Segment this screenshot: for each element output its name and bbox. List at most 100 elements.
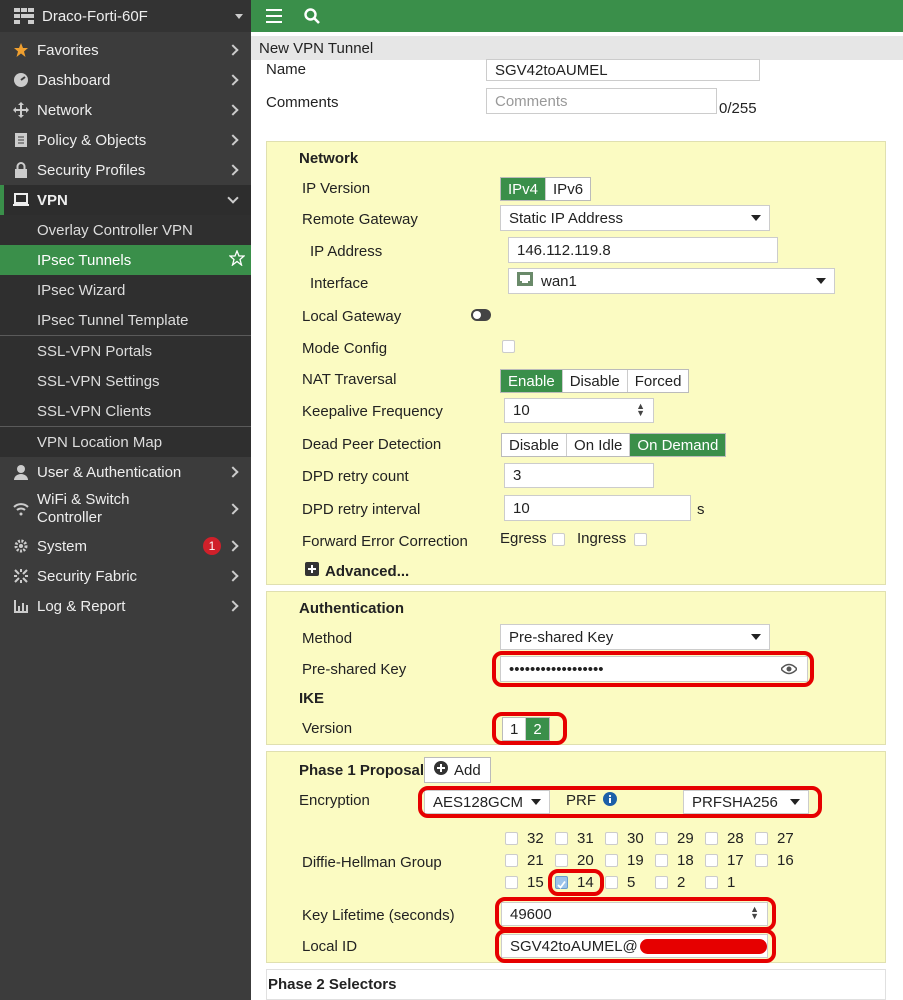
advanced-toggle[interactable]: Advanced... [305,562,409,580]
fortigate-logo-icon [14,8,34,24]
dh-group-28-checkbox[interactable] [705,832,718,845]
keepalive-input[interactable]: 10 ▲ ▼ [504,398,654,423]
dh-group-21-checkbox[interactable] [505,854,518,867]
dpd-on-idle-option[interactable]: On Idle [567,434,631,456]
dpd-on-demand-option[interactable]: On Demand [630,434,726,456]
sidebar-item-log-report[interactable]: Log & Report [0,591,251,621]
ike-version-label: Version [302,720,353,737]
nat-forced-option[interactable]: Forced [628,370,689,392]
search-icon[interactable] [301,5,323,27]
dh-group-16-checkbox[interactable] [755,854,768,867]
dpd-disable-option[interactable]: Disable [502,434,568,456]
nat-disable-option[interactable]: Disable [563,370,628,392]
sidebar-sub-overlay-controller-vpn[interactable]: Overlay Controller VPN [0,215,251,245]
chevron-right-icon [227,503,239,515]
plus-circle-icon [434,761,448,779]
dpd-toggle: Disable On Idle On Demand [501,433,727,457]
dh-group-19-checkbox[interactable] [605,854,618,867]
add-proposal-button[interactable]: Add [424,757,491,783]
sidebar-item-wifi-switch[interactable]: WiFi & Switch Controller [0,487,251,531]
phase2-section-title: Phase 2 Selectors [268,976,397,993]
dh-group-29-checkbox[interactable] [655,832,668,845]
dh-group-5-checkbox[interactable] [605,876,618,889]
remote-gateway-label: Remote Gateway [302,211,418,228]
comments-counter: 0/255 [719,100,757,117]
sidebar-item-security-profiles[interactable]: Security Profiles [0,155,251,185]
fec-label: Forward Error Correction [302,533,468,550]
sidebar-sub-ipsec-wizard[interactable]: IPsec Wizard [0,275,251,305]
psk-label: Pre-shared Key [302,661,407,678]
comments-textarea[interactable]: Comments [486,88,717,114]
dh-group-28-label: 28 [727,830,744,847]
star-icon [12,41,30,59]
plus-square-icon [305,562,319,580]
dh-group-18-checkbox[interactable] [655,854,668,867]
chevron-right-icon [227,600,239,612]
sidebar-sub-ssl-vpn-settings[interactable]: SSL-VPN Settings [0,366,251,396]
dh-group-20-checkbox[interactable] [555,854,568,867]
remote-gateway-select[interactable]: Static IP Address [500,205,770,231]
dh-group-1-checkbox[interactable] [705,876,718,889]
toggle-knob [473,311,481,319]
sidebar-sub-ipsec-tunnel-template[interactable]: IPsec Tunnel Template [0,305,251,335]
dh-group-30-checkbox[interactable] [605,832,618,845]
dh-group-31-checkbox[interactable] [555,832,568,845]
mode-config-checkbox[interactable] [502,340,515,353]
dh-group-19-label: 19 [627,852,644,869]
local-gateway-toggle[interactable] [471,309,491,321]
name-input[interactable]: SGV42toAUMEL [486,59,760,81]
interface-select[interactable]: wan1 [508,268,835,294]
fec-ingress-checkbox[interactable] [634,533,647,546]
dh-group-2-checkbox[interactable] [655,876,668,889]
sidebar-sub-vpn-location-map[interactable]: VPN Location Map [0,427,251,457]
sidebar-item-system[interactable]: System 1 [0,531,251,561]
dpd-retry-count-label: DPD retry count [302,468,409,485]
keepalive-label: Keepalive Frequency [302,403,443,420]
method-select[interactable]: Pre-shared Key [500,624,770,650]
dh-group-27-label: 27 [777,830,794,847]
dh-group-29-label: 29 [677,830,694,847]
chevron-right-icon [227,540,239,552]
nat-enable-option[interactable]: Enable [501,370,563,392]
local-id-label: Local ID [302,938,358,955]
dh-group-label: Diffie-Hellman Group [302,854,442,871]
device-selector[interactable]: Draco-Forti-60F [0,0,251,32]
laptop-icon [12,191,30,209]
comments-label: Comments [266,94,339,111]
sidebar-item-policy-objects[interactable]: Policy & Objects [0,125,251,155]
chevron-right-icon [227,466,239,478]
spinner-icon[interactable]: ▲ ▼ [636,402,645,418]
dh-group-27-checkbox[interactable] [755,832,768,845]
sidebar-item-vpn[interactable]: VPN [0,185,251,215]
dh-group-17-label: 17 [727,852,744,869]
sidebar-sub-ssl-vpn-portals[interactable]: SSL-VPN Portals [0,336,251,366]
dpd-retry-interval-input[interactable]: 10 [504,495,691,521]
favorite-star-icon[interactable] [228,249,246,270]
sidebar-sub-ipsec-tunnels[interactable]: IPsec Tunnels [0,245,251,275]
interface-port-icon [517,272,533,290]
dropdown-caret-icon [816,278,826,284]
ip-address-input[interactable]: 146.112.119.8 [508,237,778,263]
page-title: New VPN Tunnel [251,36,903,60]
policy-icon [12,131,30,149]
menu-icon[interactable] [263,5,285,27]
sidebar: Draco-Forti-60F Favorites Dashboard Netw… [0,0,251,1000]
sidebar-item-dashboard[interactable]: Dashboard [0,65,251,95]
dh-group-1-label: 1 [727,874,736,891]
sidebar-item-security-fabric[interactable]: Security Fabric [0,561,251,591]
ipv4-option[interactable]: IPv4 [501,178,547,200]
sidebar-sub-ssl-vpn-clients[interactable]: SSL-VPN Clients [0,396,251,426]
fec-egress-checkbox[interactable] [552,533,565,546]
chevron-right-icon [227,104,239,116]
authentication-section-title: Authentication [299,600,404,617]
ipv6-option[interactable]: IPv6 [546,178,590,200]
ip-address-label: IP Address [310,243,383,260]
sidebar-item-favorites[interactable]: Favorites [0,35,251,65]
gear-icon [12,537,30,555]
sidebar-item-network[interactable]: Network [0,95,251,125]
dh-group-15-checkbox[interactable] [505,876,518,889]
dh-group-32-checkbox[interactable] [505,832,518,845]
dpd-retry-count-input[interactable]: 3 [504,463,654,488]
dh-group-17-checkbox[interactable] [705,854,718,867]
sidebar-item-user-authentication[interactable]: User & Authentication [0,457,251,487]
